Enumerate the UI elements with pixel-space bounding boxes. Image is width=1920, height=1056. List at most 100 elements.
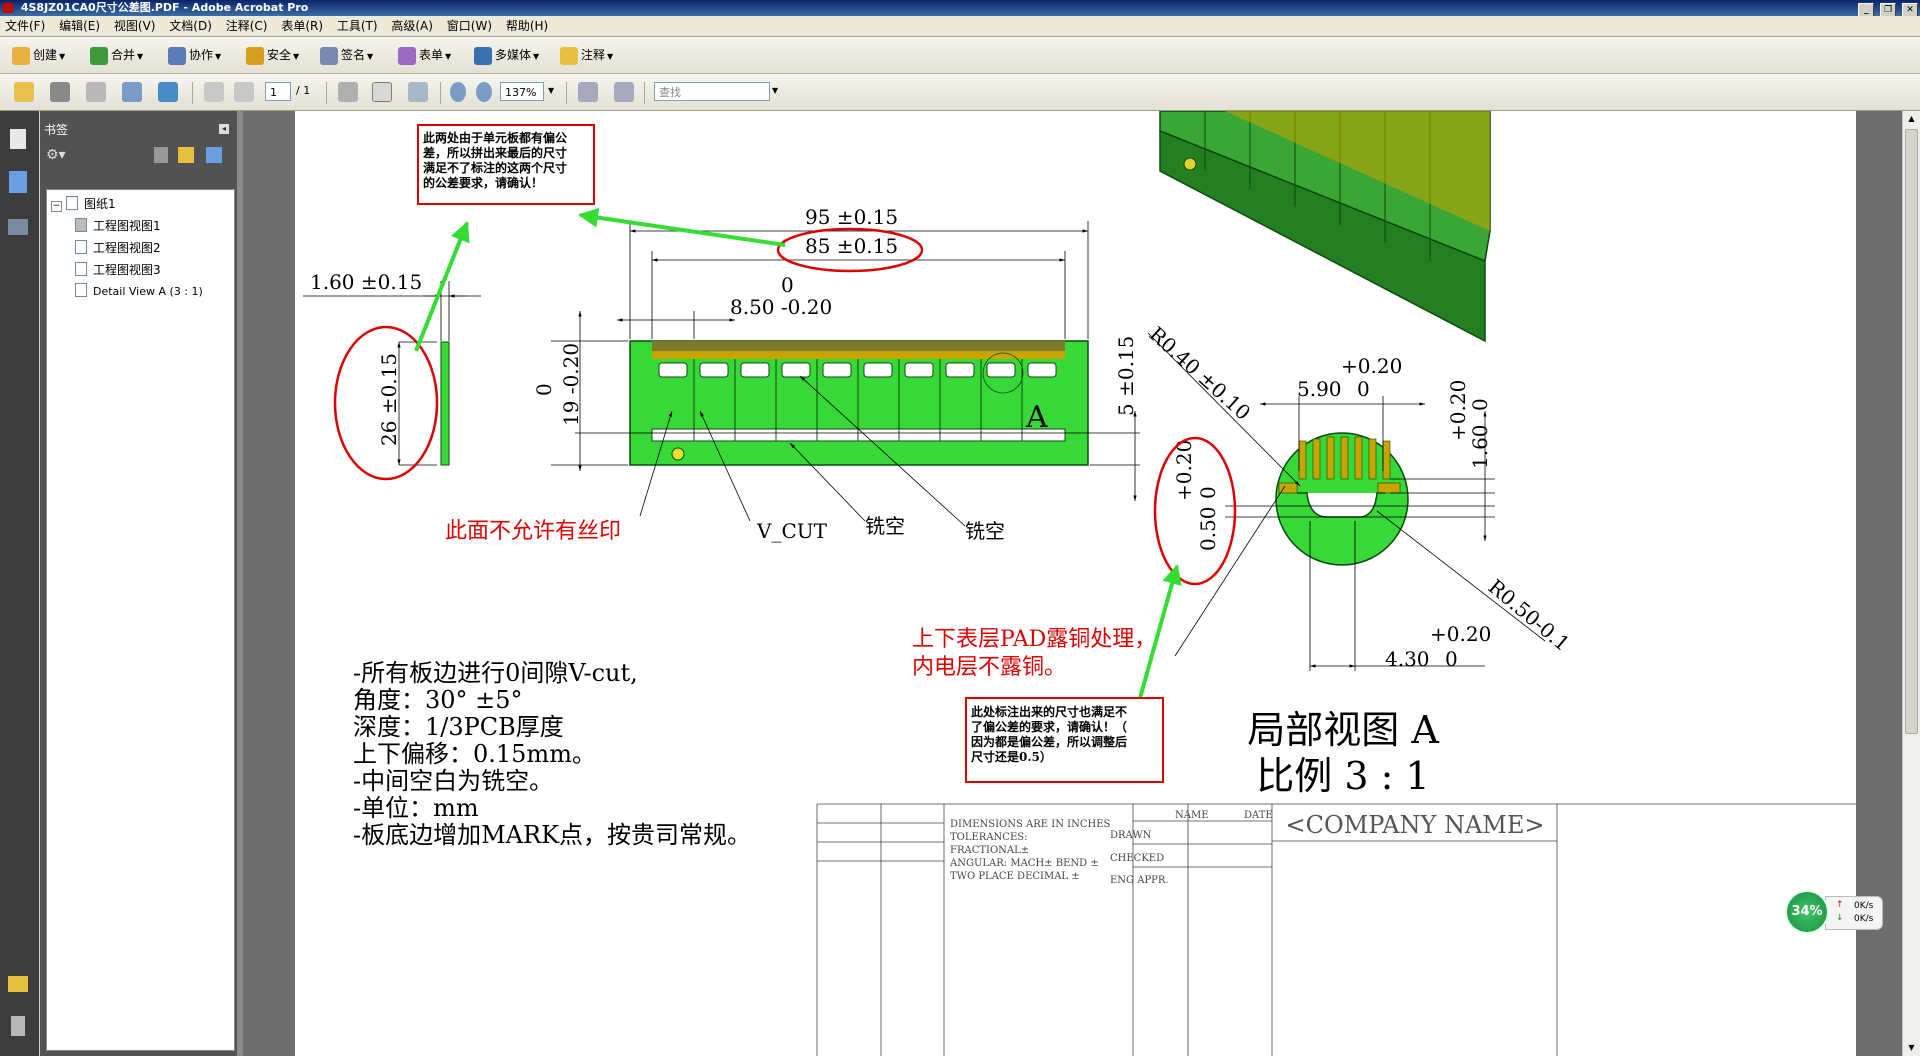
bookmark-page-icon [75, 262, 87, 276]
bookmarks-icon[interactable] [9, 171, 27, 193]
close-button[interactable]: ✕ [1902, 3, 1918, 17]
detail-a-marker: A [1025, 400, 1048, 435]
dim-1-60-plus: +0.20 [1446, 380, 1470, 441]
tb-checked: CHECKED [1110, 853, 1164, 864]
create-icon [12, 46, 30, 65]
multimedia-button[interactable]: 多媒体 ▼ [474, 45, 539, 65]
menu-comments[interactable]: 注释(C) [221, 16, 273, 36]
hand-tool-icon[interactable] [372, 82, 392, 102]
navigation-rail [0, 111, 39, 1056]
callout-top-line-3: 满足不了标注的这两个尺寸 [423, 160, 567, 175]
bookmarks-panel: 书签 ◂ ⚙▾ − 图纸1 工程图视图1 工程图视图2 工程图视图3 Detail… [40, 111, 237, 1056]
zoom-marquee-icon[interactable] [408, 82, 428, 102]
dim-0-50-zero: 0 [1196, 486, 1220, 499]
collapse-panel-icon[interactable]: ◂ [219, 124, 229, 134]
comment-button[interactable]: 注释 ▼ [560, 45, 613, 65]
bookmarks-title: 书签 [44, 123, 69, 137]
scroll-down-icon[interactable]: ▼ [1905, 1041, 1918, 1055]
detail-view-a [1275, 432, 1409, 566]
tree-item-label: 图纸1 [84, 197, 116, 211]
tree-item-label: Detail View A (3 : 1) [93, 285, 203, 298]
scroll-up-icon[interactable]: ▲ [1905, 112, 1918, 126]
combine-button[interactable]: 合并 ▼ [90, 45, 143, 65]
sign-button[interactable]: 签名 ▼ [320, 45, 373, 65]
bookmark-from-structure-icon[interactable] [206, 147, 222, 163]
collaborate-icon [168, 46, 186, 65]
comment-label: 注释 [581, 48, 606, 62]
page-up-icon[interactable] [204, 82, 224, 102]
fit-page-icon[interactable] [578, 82, 598, 102]
attachments-icon[interactable] [11, 1016, 25, 1036]
menu-advanced[interactable]: 高级(A) [386, 16, 438, 36]
dim-5: 5 ±0.15 [1114, 336, 1138, 416]
callout-top-line-1: 此两处由于单元板都有偏公 [423, 130, 567, 145]
dim-5-90-plus: +0.20 [1341, 354, 1402, 378]
scrollbar-thumb[interactable] [1905, 129, 1918, 734]
zoom-dropdown-icon[interactable]: ▼ [548, 86, 554, 95]
pdf-page: A 95 ±0.15 85 ±0.15 0 8.50 -0.20 1.60 ±0… [295, 111, 1856, 1056]
print-icon[interactable] [50, 82, 70, 102]
secure-button[interactable]: 安全 ▼ [246, 45, 299, 65]
email-icon[interactable] [122, 82, 142, 102]
note-line-6: -单位：mm [353, 794, 479, 822]
menu-window[interactable]: 窗口(W) [442, 16, 497, 36]
find-dropdown-icon[interactable]: ▼ [772, 86, 778, 95]
collaborate-button[interactable]: 协作 ▼ [168, 45, 221, 65]
menu-file[interactable]: 文件(F) [0, 16, 50, 36]
window-title: 4S8JZ01CA0尺寸公差图.PDF - Adobe Acrobat Pro [20, 1, 309, 14]
tb-two-place: TWO PLACE DECIMAL ± [950, 871, 1080, 882]
zoom-level-input[interactable]: 137% [500, 82, 544, 101]
open-icon[interactable] [14, 82, 34, 102]
tree-item-view3[interactable]: 工程图视图3 [75, 261, 161, 279]
label-vcut: V_CUT [756, 519, 828, 543]
comments-icon[interactable] [8, 976, 28, 992]
pages-icon[interactable] [10, 129, 26, 149]
full-screen-icon[interactable] [614, 82, 634, 102]
tree-item-detail-view[interactable]: Detail View A (3 : 1) [75, 283, 203, 301]
dim-5-90: 5.90 [1297, 377, 1342, 401]
delete-bookmark-icon[interactable] [154, 147, 168, 163]
callout-bottom-line-2: 了偏公差的要求，请确认！（ [971, 719, 1127, 734]
network-usage-percent: 34% [1785, 890, 1829, 934]
restore-button[interactable]: ❐ [1880, 3, 1897, 17]
save-icon[interactable] [86, 82, 106, 102]
dim-0: 0 [781, 273, 794, 297]
label-milled-1: 铣空 [865, 514, 905, 538]
signatures-icon[interactable] [8, 219, 28, 235]
title-block: DIMENSIONS ARE IN INCHES TOLERANCES: FRA… [816, 803, 1856, 1056]
zoom-in-icon[interactable] [476, 82, 492, 102]
page-number-input[interactable]: 1 [265, 82, 291, 101]
menu-tools[interactable]: 工具(T) [332, 16, 383, 36]
zoom-out-icon[interactable] [450, 82, 466, 102]
select-cursor-icon[interactable] [338, 82, 358, 102]
upload-icon[interactable] [158, 82, 178, 102]
vertical-scrollbar[interactable]: ▲ ▼ [1902, 111, 1920, 1056]
options-gear-icon[interactable]: ⚙▾ [46, 147, 66, 163]
page-down-icon[interactable] [234, 82, 254, 102]
dim-95: 95 ±0.15 [805, 205, 898, 229]
menu-help[interactable]: 帮助(H) [501, 16, 553, 36]
note-line-7: -板底边增加MARK点，按贵司常规。 [353, 821, 751, 849]
tree-item-sheet1[interactable]: − 图纸1 [51, 195, 116, 213]
new-bookmark-icon[interactable] [178, 147, 194, 163]
note-no-silkscreen: 此面不允许有丝印 [445, 519, 621, 544]
menu-view[interactable]: 视图(V) [109, 16, 161, 36]
network-meter-widget[interactable]: ↑ 0K/s ↓ 0K/s 34% [1785, 890, 1885, 934]
tree-item-view1[interactable]: 工程图视图1 [75, 217, 161, 235]
forms-button[interactable]: 表单 ▼ [398, 45, 451, 65]
tree-item-view2[interactable]: 工程图视图2 [75, 239, 161, 257]
create-button[interactable]: 创建 ▼ [12, 45, 65, 65]
view-scale: 比例 3 : 1 [1256, 754, 1429, 798]
dim-19: 19 -0.20 [559, 343, 583, 426]
page-total: / 1 [296, 84, 311, 97]
menu-edit[interactable]: 编辑(E) [54, 16, 105, 36]
engineering-drawing: A 95 ±0.15 85 ±0.15 0 8.50 -0.20 1.60 ±0… [303, 111, 1856, 1056]
collapse-node-icon[interactable]: − [51, 201, 62, 212]
menu-document[interactable]: 文档(D) [164, 16, 217, 36]
dim-0-50-plus: +0.20 [1172, 440, 1196, 501]
menu-forms[interactable]: 表单(R) [276, 16, 328, 36]
find-input[interactable]: 查找 [654, 82, 770, 101]
tb-drawn: DRAWN [1110, 830, 1152, 841]
minimize-button[interactable]: _ [1858, 3, 1875, 17]
chevron-down-icon: ▼ [445, 52, 452, 61]
